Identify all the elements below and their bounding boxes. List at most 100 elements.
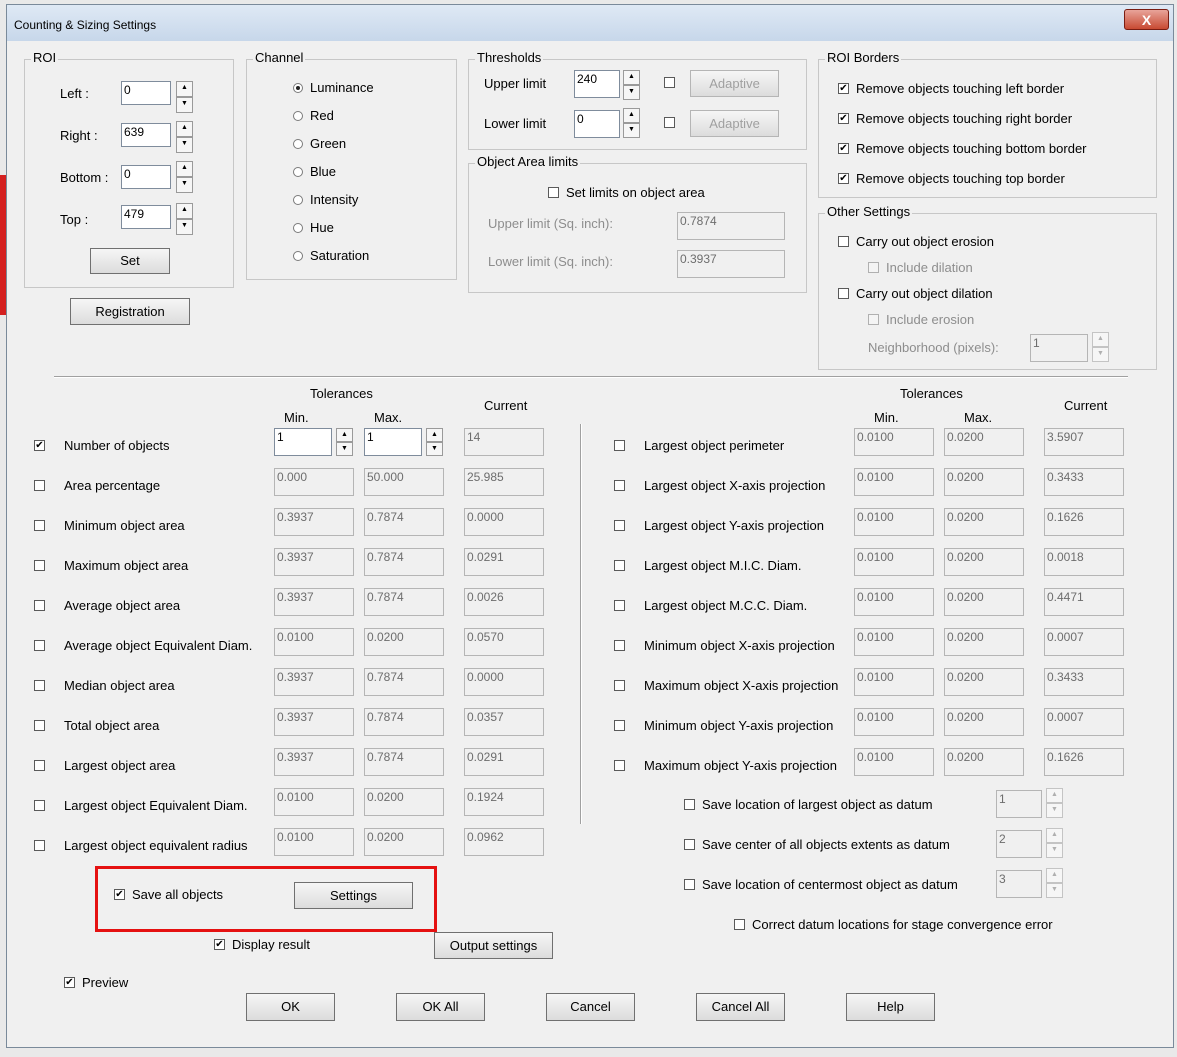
spin-down-icon[interactable]: ▼ (623, 123, 640, 138)
upper-limit-spinner[interactable]: ▲ ▼ (623, 70, 640, 100)
roi-bottom-input[interactable]: 0 (121, 165, 171, 189)
ok-button[interactable]: OK (246, 993, 335, 1021)
row-checkbox[interactable] (614, 440, 625, 451)
channel-radio-red[interactable] (293, 111, 303, 121)
max-input[interactable]: 0.0200 (944, 468, 1024, 496)
spin-down-icon[interactable]: ▼ (1046, 803, 1063, 818)
spin-down-icon[interactable]: ▼ (336, 442, 353, 456)
save-settings-button[interactable]: Settings (294, 882, 413, 909)
max-input[interactable]: 50.000 (364, 468, 444, 496)
min-input[interactable]: 0.0100 (854, 708, 934, 736)
spin-up-icon[interactable]: ▲ (1046, 828, 1063, 843)
neighborhood-spinner[interactable]: ▲ ▼ (1092, 332, 1109, 362)
roi-right-spinner[interactable]: ▲ ▼ (176, 121, 193, 153)
roi-set-button[interactable]: Set (90, 248, 170, 274)
max-input[interactable]: 0.7874 (364, 548, 444, 576)
max-input[interactable]: 0.0200 (944, 508, 1024, 536)
min-input[interactable]: 0.0100 (854, 668, 934, 696)
spin-down-icon[interactable]: ▼ (426, 442, 443, 456)
min-input[interactable]: 1 (274, 428, 332, 456)
row-checkbox[interactable] (34, 800, 45, 811)
min-input[interactable]: 0.3937 (274, 508, 354, 536)
spin-down-icon[interactable]: ▼ (176, 177, 193, 193)
max-spinner[interactable]: ▲ ▼ (426, 428, 443, 456)
upper-adaptive-checkbox[interactable] (664, 77, 675, 88)
max-input[interactable]: 0.0200 (944, 708, 1024, 736)
channel-radio-blue[interactable] (293, 167, 303, 177)
min-input[interactable]: 0.3937 (274, 708, 354, 736)
neighborhood-input[interactable]: 1 (1030, 334, 1088, 362)
include-dilation-checkbox[interactable] (868, 262, 879, 273)
save-all-objects-checkbox[interactable]: ✔ (114, 889, 125, 900)
row-checkbox[interactable] (34, 840, 45, 851)
roi-left-input[interactable]: 0 (121, 81, 171, 105)
spin-down-icon[interactable]: ▼ (176, 219, 193, 235)
row-checkbox[interactable] (34, 560, 45, 571)
include-erosion-checkbox[interactable] (868, 314, 879, 325)
row-checkbox[interactable] (34, 640, 45, 651)
row-checkbox[interactable] (34, 720, 45, 731)
spin-down-icon[interactable]: ▼ (176, 137, 193, 153)
row-checkbox[interactable] (34, 520, 45, 531)
spin-up-icon[interactable]: ▲ (623, 70, 640, 85)
spin-down-icon[interactable]: ▼ (1046, 843, 1063, 858)
lower-adaptive-checkbox[interactable] (664, 117, 675, 128)
datum-index-input[interactable]: 1 (996, 790, 1042, 818)
upper-adaptive-button[interactable]: Adaptive (690, 70, 779, 97)
close-button[interactable]: X (1124, 9, 1169, 30)
min-input[interactable]: 0.3937 (274, 668, 354, 696)
min-input[interactable]: 0.0100 (854, 548, 934, 576)
spin-down-icon[interactable]: ▼ (623, 85, 640, 100)
channel-radio-luminance[interactable] (293, 83, 303, 93)
channel-radio-green[interactable] (293, 139, 303, 149)
min-input[interactable]: 0.000 (274, 468, 354, 496)
registration-button[interactable]: Registration (70, 298, 190, 325)
max-input[interactable]: 0.0200 (944, 588, 1024, 616)
min-input[interactable]: 0.0100 (274, 828, 354, 856)
datum-checkbox[interactable] (684, 879, 695, 890)
min-input[interactable]: 0.0100 (854, 748, 934, 776)
max-input[interactable]: 0.7874 (364, 508, 444, 536)
max-input[interactable]: 0.0200 (944, 628, 1024, 656)
min-input[interactable]: 0.3937 (274, 588, 354, 616)
upper-limit-input[interactable]: 240 (574, 70, 620, 98)
row-checkbox[interactable] (614, 760, 625, 771)
datum-index-spinner[interactable]: ▲ ▼ (1046, 788, 1063, 818)
lower-adaptive-button[interactable]: Adaptive (690, 110, 779, 137)
spin-up-icon[interactable]: ▲ (1092, 332, 1109, 347)
spin-down-icon[interactable]: ▼ (1046, 883, 1063, 898)
output-settings-button[interactable]: Output settings (434, 932, 553, 959)
spin-up-icon[interactable]: ▲ (176, 121, 193, 137)
correct-datum-checkbox[interactable] (734, 919, 745, 930)
min-input[interactable]: 0.3937 (274, 748, 354, 776)
datum-index-input[interactable]: 2 (996, 830, 1042, 858)
min-input[interactable]: 0.0100 (274, 788, 354, 816)
spin-up-icon[interactable]: ▲ (1046, 788, 1063, 803)
roi-border-checkbox[interactable]: ✔ (838, 83, 849, 94)
spin-up-icon[interactable]: ▲ (426, 428, 443, 442)
row-checkbox[interactable] (614, 480, 625, 491)
max-input[interactable]: 0.0200 (364, 788, 444, 816)
datum-checkbox[interactable] (684, 839, 695, 850)
max-input[interactable]: 0.7874 (364, 748, 444, 776)
min-input[interactable]: 0.0100 (274, 628, 354, 656)
max-input[interactable]: 0.0200 (364, 628, 444, 656)
max-input[interactable]: 0.7874 (364, 588, 444, 616)
spin-down-icon[interactable]: ▼ (176, 97, 193, 113)
channel-radio-saturation[interactable] (293, 251, 303, 261)
datum-index-input[interactable]: 3 (996, 870, 1042, 898)
help-button[interactable]: Help (846, 993, 935, 1021)
datum-index-spinner[interactable]: ▲ ▼ (1046, 868, 1063, 898)
roi-bottom-spinner[interactable]: ▲ ▼ (176, 161, 193, 193)
min-input[interactable]: 0.3937 (274, 548, 354, 576)
row-checkbox[interactable] (614, 600, 625, 611)
channel-radio-intensity[interactable] (293, 195, 303, 205)
roi-left-spinner[interactable]: ▲ ▼ (176, 81, 193, 113)
row-checkbox[interactable] (34, 600, 45, 611)
roi-top-spinner[interactable]: ▲ ▼ (176, 203, 193, 235)
preview-checkbox[interactable]: ✔ (64, 977, 75, 988)
ok-all-button[interactable]: OK All (396, 993, 485, 1021)
display-result-checkbox[interactable]: ✔ (214, 939, 225, 950)
min-input[interactable]: 0.0100 (854, 508, 934, 536)
max-input[interactable]: 0.0200 (944, 668, 1024, 696)
